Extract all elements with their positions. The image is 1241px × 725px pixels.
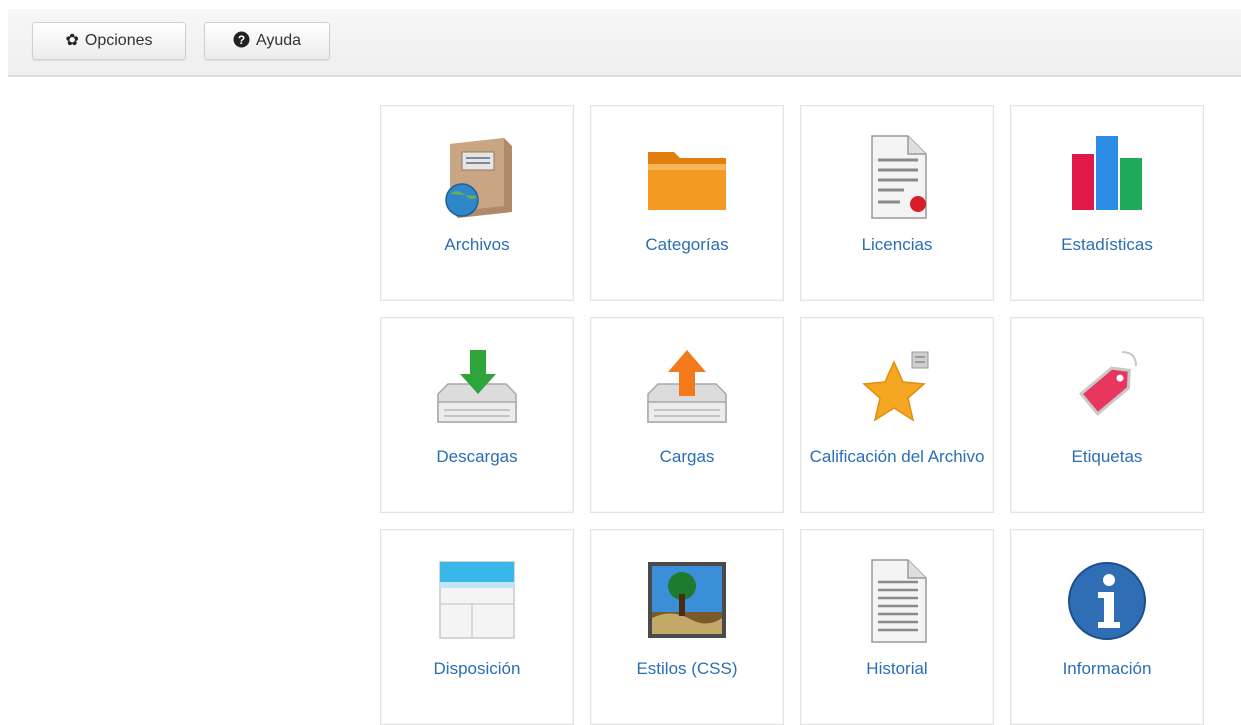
tile-cargas[interactable]: Cargas bbox=[590, 317, 784, 513]
tile-disposicion[interactable]: Disposición bbox=[380, 529, 574, 725]
tile-label: Etiquetas bbox=[1071, 447, 1143, 466]
help-button[interactable]: ? Ayuda bbox=[204, 22, 330, 60]
bar-chart-icon bbox=[1062, 132, 1152, 222]
tile-label: Estilos (CSS) bbox=[636, 659, 738, 678]
tile-etiquetas[interactable]: Etiquetas bbox=[1010, 317, 1204, 513]
tile-historial[interactable]: Historial bbox=[800, 529, 994, 725]
tile-label: Categorías bbox=[645, 235, 729, 254]
options-button[interactable]: ✿ Opciones bbox=[32, 22, 186, 60]
help-label: Ayuda bbox=[255, 32, 302, 49]
tile-descargas[interactable]: Descargas bbox=[380, 317, 574, 513]
tile-label: Historial bbox=[866, 659, 928, 678]
gear-icon: ✿ bbox=[65, 32, 79, 49]
image-styles-icon bbox=[642, 556, 732, 646]
question-circle-icon: ? bbox=[233, 31, 250, 52]
files-icon bbox=[432, 132, 522, 222]
tile-licencias[interactable]: Licencias bbox=[800, 105, 994, 301]
tile-label: Archivos bbox=[444, 235, 510, 254]
toolbar: ✿ Opciones ? Ayuda bbox=[8, 9, 1241, 77]
tile-calificacion[interactable]: Calificación del Archivo bbox=[800, 317, 994, 513]
info-icon bbox=[1062, 556, 1152, 646]
layout-icon bbox=[432, 556, 522, 646]
history-icon bbox=[852, 556, 942, 646]
tile-archivos[interactable]: Archivos bbox=[380, 105, 574, 301]
tile-label: Calificación del Archivo bbox=[809, 447, 985, 466]
license-icon bbox=[852, 132, 942, 222]
tile-informacion[interactable]: Información bbox=[1010, 529, 1204, 725]
folder-icon bbox=[642, 132, 732, 222]
star-rating-icon bbox=[852, 344, 942, 434]
tile-label: Descargas bbox=[436, 447, 518, 466]
tag-icon bbox=[1062, 344, 1152, 434]
tile-label: Información bbox=[1062, 659, 1152, 678]
tile-estadisticas[interactable]: Estadísticas bbox=[1010, 105, 1204, 301]
tile-estilos[interactable]: Estilos (CSS) bbox=[590, 529, 784, 725]
tile-categorias[interactable]: Categorías bbox=[590, 105, 784, 301]
options-label: Opciones bbox=[84, 32, 153, 49]
tile-label: Estadísticas bbox=[1061, 235, 1153, 254]
tile-label: Licencias bbox=[861, 235, 933, 254]
upload-icon bbox=[642, 344, 732, 434]
tile-label: Disposición bbox=[433, 659, 521, 678]
svg-text:?: ? bbox=[238, 33, 245, 47]
download-icon bbox=[432, 344, 522, 434]
tile-label: Cargas bbox=[659, 447, 715, 466]
